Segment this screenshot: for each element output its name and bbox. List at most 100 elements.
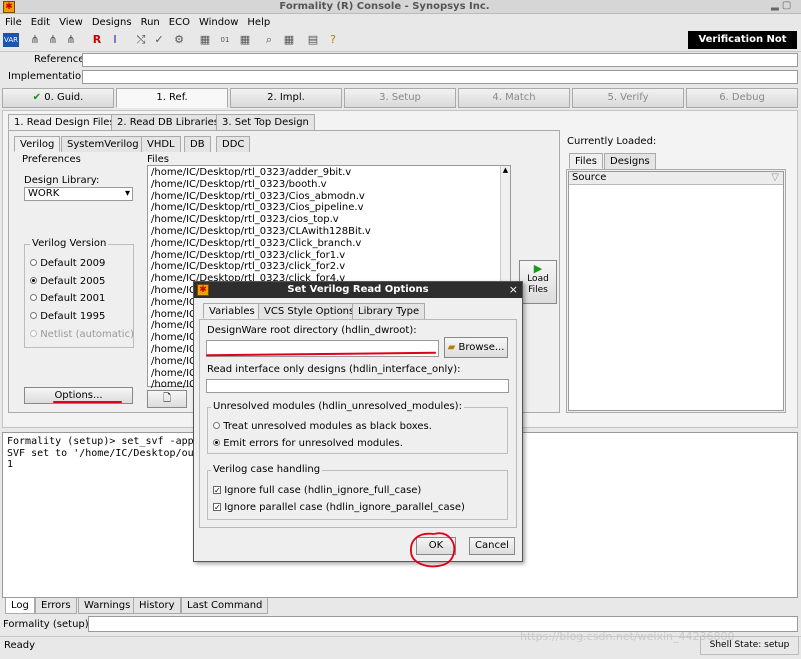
impl-i-icon[interactable]: I xyxy=(108,33,122,47)
tab-last-command[interactable]: Last Command xyxy=(181,598,269,614)
radio-black-boxes[interactable]: Treat unresolved modules as black boxes. xyxy=(213,421,432,432)
tab-library-type[interactable]: Library Type xyxy=(352,303,426,319)
binary-icon[interactable]: 01 xyxy=(218,33,232,47)
implementation-field[interactable] xyxy=(82,70,798,84)
binoculars-icon[interactable]: ⌕ xyxy=(262,33,276,47)
tab-vhdl[interactable]: VHDL xyxy=(141,136,181,152)
menu-eco[interactable]: ECO xyxy=(169,17,190,28)
radio-label: Default 1995 xyxy=(40,311,106,322)
grid-icon[interactable]: ▦ xyxy=(238,33,252,47)
menu-designs[interactable]: Designs xyxy=(92,17,132,28)
tab-files[interactable]: Files xyxy=(569,153,603,169)
file-item[interactable]: /home/IC/Desktop/rtl_0323/click_for1.v xyxy=(151,250,497,262)
help-bulb-icon[interactable]: ? xyxy=(326,33,340,47)
radio-netlist-automatic[interactable]: Netlist (automatic) xyxy=(30,329,134,340)
hierarchy-icon[interactable]: ⋔ xyxy=(28,33,42,47)
close-icon[interactable]: × xyxy=(509,283,518,296)
tab-errors[interactable]: Errors xyxy=(35,598,77,614)
debug-icon[interactable]: ⚙ xyxy=(172,33,186,47)
step-verify[interactable]: 5. Verify xyxy=(572,88,684,108)
step-match[interactable]: 4. Match xyxy=(458,88,570,108)
file-item[interactable]: /home/IC/Desktop/rtl_0323/cios_top.v xyxy=(151,214,497,226)
tab-log[interactable]: Log xyxy=(5,598,35,614)
red-underline-annotation xyxy=(53,401,122,403)
step-guidance[interactable]: ✔ 0. Guid. xyxy=(2,88,114,108)
checkbox-ignore-parallel-case[interactable]: ✓ Ignore parallel case (hdlin_ignore_par… xyxy=(213,502,465,513)
source-column-header[interactable]: Source ▽ xyxy=(569,172,783,185)
loaded-list[interactable]: Source ▽ xyxy=(568,171,784,411)
dialog-title-bar: ✱ Set Verilog Read Options × xyxy=(194,282,522,298)
radio-default-2005[interactable]: Default 2005 xyxy=(30,276,105,287)
file-item[interactable]: /home/IC/Desktop/rtl_0323/Click_branch.v xyxy=(151,238,497,250)
file-item[interactable]: /home/IC/Desktop/rtl_0323/adder_9bit.v xyxy=(151,167,497,179)
tab-history[interactable]: History xyxy=(133,598,181,614)
tab-verilog[interactable]: Verilog xyxy=(14,136,61,152)
files-title: Files xyxy=(147,154,169,165)
menu-view[interactable]: View xyxy=(59,17,83,28)
menu-help[interactable]: Help xyxy=(247,17,270,28)
flow-steps: ✔ 0. Guid. 1. Ref. 2. Impl. 3. Setup 4. … xyxy=(2,88,798,108)
menu-edit[interactable]: Edit xyxy=(31,17,50,28)
hierarchy-icon[interactable]: ⋔ xyxy=(46,33,60,47)
tab-vcs-style-options[interactable]: VCS Style Options xyxy=(258,303,361,319)
status-ready: Ready xyxy=(4,640,36,651)
reference-field[interactable] xyxy=(82,53,798,67)
tab-systemverilog[interactable]: SystemVerilog xyxy=(61,136,145,152)
tab-variables[interactable]: Variables xyxy=(203,303,261,319)
menu-window[interactable]: Window xyxy=(199,17,238,28)
cancel-button[interactable]: Cancel xyxy=(469,537,515,555)
radio-icon xyxy=(30,259,37,266)
radio-default-1995[interactable]: Default 1995 xyxy=(30,311,105,322)
tab-designs[interactable]: Designs xyxy=(604,153,656,169)
vars-icon[interactable]: VAR xyxy=(3,33,19,47)
file-item[interactable]: /home/IC/Desktop/rtl_0323/CLAwith128Bit.… xyxy=(151,226,497,238)
step-setup[interactable]: 3. Setup xyxy=(344,88,456,108)
window-controls[interactable]: ▂ ▢ xyxy=(771,0,801,14)
folder-icon: ▰ xyxy=(447,342,456,353)
hierarchy-icon[interactable]: ⋔ xyxy=(64,33,78,47)
step-implementation[interactable]: 2. Impl. xyxy=(230,88,342,108)
ref-r-icon[interactable]: R xyxy=(90,33,104,47)
radio-label: Default 2001 xyxy=(40,293,106,304)
tab-db[interactable]: DB xyxy=(184,136,211,152)
verify-icon[interactable]: ✓ xyxy=(152,33,166,47)
currently-loaded-title: Currently Loaded: xyxy=(567,136,657,147)
checkbox-ignore-full-case[interactable]: ✓ Ignore full case (hdlin_ignore_full_ca… xyxy=(213,485,421,496)
tab-set-top-design[interactable]: 3. Set Top Design xyxy=(216,114,315,130)
file-item[interactable]: /home/IC/Desktop/rtl_0323/click_for2.v xyxy=(151,261,497,273)
play-icon: ▶ xyxy=(533,262,543,275)
menu-run[interactable]: Run xyxy=(141,17,160,28)
file-icon: 🗋 xyxy=(162,393,172,404)
report-icon[interactable]: ▤ xyxy=(306,33,320,47)
step-label: 0. Guid. xyxy=(44,92,84,103)
check-icon: ✔ xyxy=(32,92,42,103)
window-title: Formality (R) Console - Synopsys Inc. xyxy=(279,1,490,12)
step-reference[interactable]: 1. Ref. xyxy=(116,88,228,108)
scroll-up-icon[interactable]: ▲ xyxy=(501,166,510,174)
tab-warnings[interactable]: Warnings xyxy=(78,598,137,614)
grid-icon[interactable]: ▦ xyxy=(282,33,296,47)
tab-ddc[interactable]: DDC xyxy=(216,136,251,152)
grid-icon[interactable]: ▦ xyxy=(198,33,212,47)
radio-label: Default 2009 xyxy=(40,258,106,269)
load-files-button[interactable]: ▶ Load Files xyxy=(519,260,557,304)
radio-icon xyxy=(30,294,37,301)
interface-only-input[interactable] xyxy=(206,379,509,393)
browse-button[interactable]: ▰ Browse... xyxy=(444,337,508,358)
tab-read-design-files[interactable]: 1. Read Design Files xyxy=(8,114,121,130)
file-item[interactable]: /home/IC/Desktop/rtl_0323/booth.v xyxy=(151,179,497,191)
radio-emit-errors[interactable]: Emit errors for unresolved modules. xyxy=(213,438,403,449)
tab-read-db-libraries[interactable]: 2. Read DB Libraries xyxy=(111,114,225,130)
match-icon[interactable]: ⤭ xyxy=(134,33,148,47)
step-debug[interactable]: 6. Debug xyxy=(686,88,798,108)
radio-default-2009[interactable]: Default 2009 xyxy=(30,258,105,269)
radio-label: Treat unresolved modules as black boxes. xyxy=(223,421,432,432)
radio-label: Netlist (automatic) xyxy=(40,329,134,340)
radio-label: Default 2005 xyxy=(40,276,106,287)
file-item[interactable]: /home/IC/Desktop/rtl_0323/Cios_pipeline.… xyxy=(151,202,497,214)
files-action-button[interactable]: 🗋 xyxy=(147,390,187,408)
file-item[interactable]: /home/IC/Desktop/rtl_0323/Cios_abmodn.v xyxy=(151,191,497,203)
menu-file[interactable]: File xyxy=(5,17,22,28)
design-library-select[interactable]: WORK ▾ xyxy=(24,187,133,201)
radio-default-2001[interactable]: Default 2001 xyxy=(30,293,105,304)
